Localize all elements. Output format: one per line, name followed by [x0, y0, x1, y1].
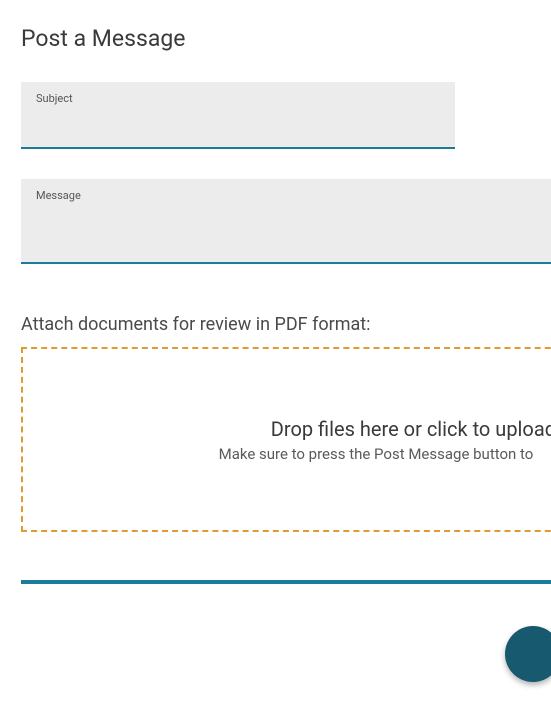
subject-input[interactable]: [36, 111, 440, 127]
post-message-button[interactable]: [505, 626, 551, 682]
file-dropzone[interactable]: Drop files here or click to upload. Make…: [21, 347, 551, 532]
page-title: Post a Message: [21, 25, 551, 52]
message-label: Message: [36, 189, 551, 202]
message-field-container[interactable]: Message: [21, 179, 551, 264]
attach-heading: Attach documents for review in PDF forma…: [21, 314, 551, 335]
subject-field-container[interactable]: Subject: [21, 82, 455, 149]
message-input[interactable]: [36, 206, 551, 256]
dropzone-title: Drop files here or click to upload.: [41, 417, 551, 441]
dropzone-subtitle: Make sure to press the Post Message butt…: [69, 445, 534, 463]
subject-label: Subject: [36, 92, 440, 105]
divider: [21, 580, 551, 584]
